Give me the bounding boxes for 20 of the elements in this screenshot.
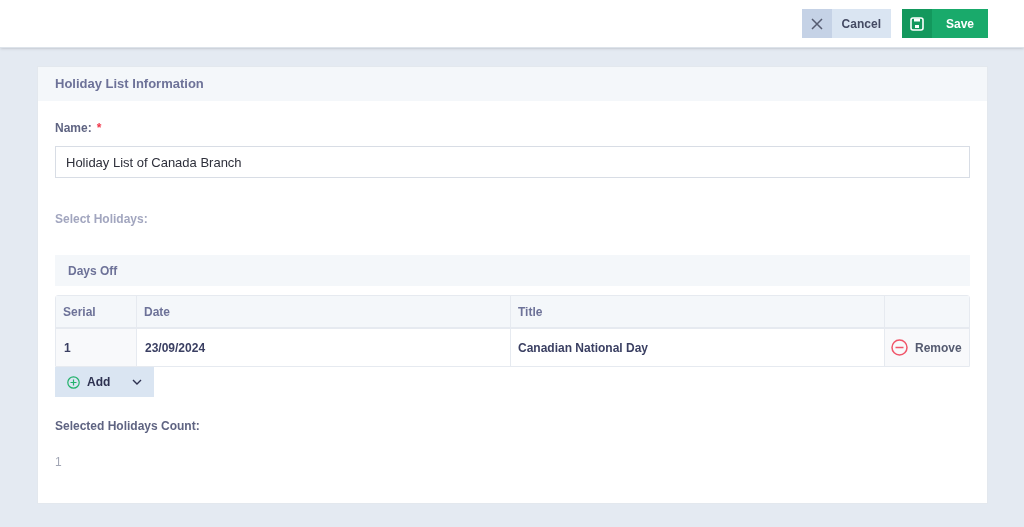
chevron-down-icon — [132, 379, 142, 385]
count-label: Selected Holidays Count: — [55, 418, 201, 435]
field-label: Name: — [55, 120, 92, 137]
column-header: Date — [137, 296, 511, 327]
add-button[interactable]: Add — [55, 367, 154, 397]
section-title: Days Off — [68, 262, 118, 280]
cancel-button[interactable]: Cancel — [801, 9, 891, 38]
table-cell: 1 — [56, 329, 137, 366]
table-cell: 23/09/2024 — [137, 329, 511, 366]
column-header: Serial — [56, 296, 137, 327]
save-icon — [909, 16, 924, 31]
name-field[interactable]: Holiday List of Canada Branch — [55, 146, 970, 178]
plus-circle-icon — [67, 375, 80, 389]
card-title: Holiday List Information — [55, 75, 204, 94]
close-icon — [810, 17, 823, 30]
column-header: Title — [511, 296, 885, 327]
required-mark: * — [96, 120, 102, 137]
count-value: 1 — [55, 454, 63, 471]
minus-circle-icon — [891, 339, 908, 356]
section-label: Select Holidays: — [55, 211, 149, 228]
